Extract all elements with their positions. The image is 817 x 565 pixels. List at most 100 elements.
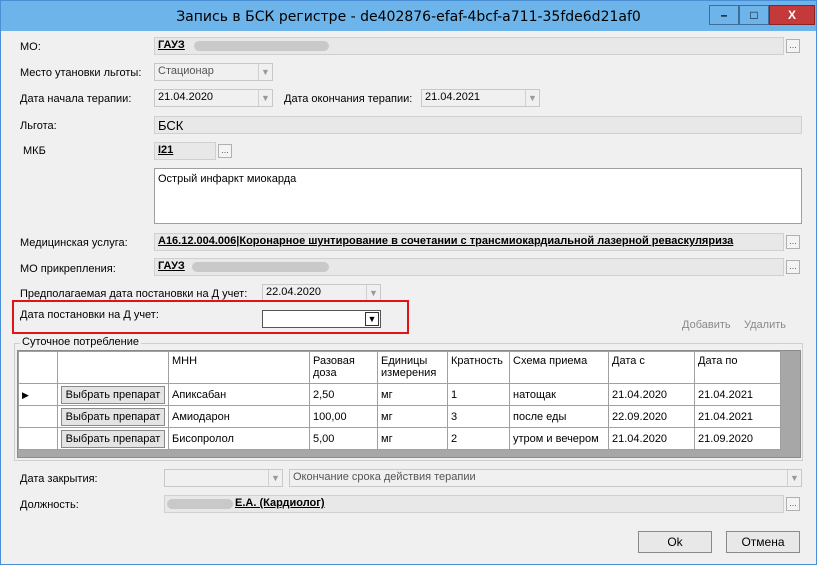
column-header [57, 351, 169, 384]
close-reason-value: Окончание срока действия терапии [293, 471, 476, 483]
cell-date-from[interactable]: 21.04.2020 [608, 427, 695, 450]
calendar-dropdown-icon: ▼ [525, 90, 539, 106]
cell-unit[interactable]: мг [377, 405, 448, 428]
expected-d-date-label: Предполагаемая дата постановки на Д учет… [20, 288, 248, 300]
cell-date-to[interactable]: 21.04.2021 [694, 405, 781, 428]
cell-mult[interactable]: 3 [447, 405, 510, 428]
position-field[interactable]: Е.А. (Кардиолог) [164, 495, 784, 513]
cell-unit[interactable]: мг [377, 427, 448, 450]
cell-date-from[interactable]: 21.04.2020 [608, 383, 695, 406]
benefit-label: Льгота: [20, 120, 57, 132]
table-row[interactable]: Выбрать препарат Амиодарон 100,00 мг 3 п… [18, 405, 781, 428]
mkb-field[interactable]: I21 [154, 142, 216, 160]
benefit-field: БСК [154, 116, 802, 134]
select-drug-button[interactable]: Выбрать препарат [61, 429, 165, 448]
cell-scheme[interactable]: утром и вечером [509, 427, 609, 450]
cell-scheme[interactable]: после еды [509, 405, 609, 428]
row-button-cell: Выбрать препарат [57, 427, 169, 450]
row-selector[interactable] [18, 405, 58, 428]
therapy-start-value: 21.04.2020 [158, 91, 214, 103]
mkb-value: I21 [158, 144, 174, 156]
d-date-field[interactable] [262, 310, 381, 328]
window-title: Запись в БСК регистре - de402876-efaf-4b… [176, 9, 641, 25]
therapy-start-label: Дата начала терапии: [20, 93, 132, 105]
mo-value: ГАУЗ [158, 39, 185, 51]
row-button-cell: Выбрать препарат [57, 383, 169, 406]
cell-mnn[interactable]: Бисопролол [168, 427, 310, 450]
column-header-mnn[interactable]: МНН [168, 351, 310, 384]
maximize-button[interactable]: □ [739, 5, 769, 25]
redacted-mask [194, 41, 329, 51]
therapy-end-value: 21.04.2021 [425, 91, 481, 103]
mkb-description-text: Острый инфаркт миокарда [158, 173, 297, 185]
drug-table: МНН Разовая доза Единицы измерения Кратн… [18, 351, 781, 450]
mo-select-button[interactable]: ... [786, 39, 800, 53]
add-button[interactable]: Добавить [682, 319, 731, 331]
column-header [18, 351, 58, 384]
column-header-unit[interactable]: Единицы измерения [377, 351, 448, 384]
cell-date-from[interactable]: 22.09.2020 [608, 405, 695, 428]
mo-attach-select-button[interactable]: ... [786, 260, 800, 274]
calendar-dropdown-icon: ▼ [258, 90, 272, 106]
calendar-dropdown-icon[interactable]: ▼ [365, 312, 379, 326]
mo-attach-value: ГАУЗ [158, 260, 185, 272]
column-header-dose[interactable]: Разовая доза [309, 351, 378, 384]
cell-date-to[interactable]: 21.09.2020 [694, 427, 781, 450]
cell-mult[interactable]: 1 [447, 383, 510, 406]
calendar-dropdown-icon: ▼ [366, 285, 380, 301]
column-header-scheme[interactable]: Схема приема [509, 351, 609, 384]
cancel-button[interactable]: Отмена [726, 531, 800, 553]
therapy-end-label: Дата окончания терапии: [284, 93, 413, 105]
daily-consumption-title: Суточное потребление [20, 336, 141, 348]
cell-scheme[interactable]: натощак [509, 383, 609, 406]
med-service-label: Медицинская услуга: [20, 237, 128, 249]
delete-button[interactable]: Удалить [744, 319, 786, 331]
cell-dose[interactable]: 5,00 [309, 427, 378, 450]
table-row[interactable]: Выбрать препарат Бисопролол 5,00 мг 2 ут… [18, 427, 781, 450]
row-selector[interactable] [18, 427, 58, 450]
table-header-row: МНН Разовая доза Единицы измерения Кратн… [18, 351, 781, 384]
therapy-end-field[interactable]: 21.04.2021 [421, 89, 540, 107]
column-header-date-to[interactable]: Дата по [694, 351, 781, 384]
position-value: Е.А. (Кардиолог) [235, 497, 325, 509]
drug-grid[interactable]: МНН Разовая доза Единицы измерения Кратн… [17, 350, 801, 458]
cell-dose[interactable]: 100,00 [309, 405, 378, 428]
ok-button[interactable]: Ok [638, 531, 712, 553]
close-reason-select: Окончание срока действия терапии [289, 469, 802, 487]
position-select-button[interactable]: ... [786, 497, 800, 511]
cell-mnn[interactable]: Амиодарон [168, 405, 310, 428]
row-selector[interactable]: ▶ [18, 383, 58, 406]
d-date-label: Дата постановки на Д учет: [20, 309, 159, 321]
redacted-mask [167, 499, 233, 509]
current-row-icon: ▶ [22, 389, 29, 400]
cell-unit[interactable]: мг [377, 383, 448, 406]
minimize-button[interactable]: – [709, 5, 739, 25]
chevron-down-icon: ▼ [268, 470, 282, 486]
chevron-down-icon: ▼ [787, 470, 801, 486]
med-service-value: A16.12.004.006|Коронарное шунтирование в… [158, 235, 734, 247]
column-header-mult[interactable]: Кратность [447, 351, 510, 384]
install-place-label: Место утановки льготы: [20, 67, 142, 79]
mo-label: МО: [20, 41, 41, 53]
med-service-select-button[interactable]: ... [786, 235, 800, 249]
med-service-field[interactable]: A16.12.004.006|Коронарное шунтирование в… [154, 233, 784, 251]
benefit-value: БСК [158, 118, 184, 133]
cell-mnn[interactable]: Апиксабан [168, 383, 310, 406]
cell-date-to[interactable]: 21.04.2021 [694, 383, 781, 406]
mkb-description: Острый инфаркт миокарда [154, 168, 802, 224]
cell-dose[interactable]: 2,50 [309, 383, 378, 406]
mkb-label: МКБ [23, 145, 46, 157]
select-drug-button[interactable]: Выбрать препарат [61, 407, 165, 426]
install-place-select[interactable]: Стационар [154, 63, 273, 81]
close-date-field [164, 469, 283, 487]
mkb-select-button[interactable]: ... [218, 144, 232, 158]
cell-mult[interactable]: 2 [447, 427, 510, 450]
column-header-date-from[interactable]: Дата с [608, 351, 695, 384]
table-row[interactable]: ▶ Выбрать препарат Апиксабан 2,50 мг 1 н… [18, 383, 781, 406]
install-place-value: Стационар [158, 65, 214, 77]
row-button-cell: Выбрать препарат [57, 405, 169, 428]
therapy-start-field[interactable]: 21.04.2020 [154, 89, 273, 107]
close-button[interactable]: X [769, 5, 815, 25]
select-drug-button[interactable]: Выбрать препарат [61, 385, 165, 404]
title-bar[interactable]: Запись в БСК регистре - de402876-efaf-4b… [1, 1, 816, 31]
